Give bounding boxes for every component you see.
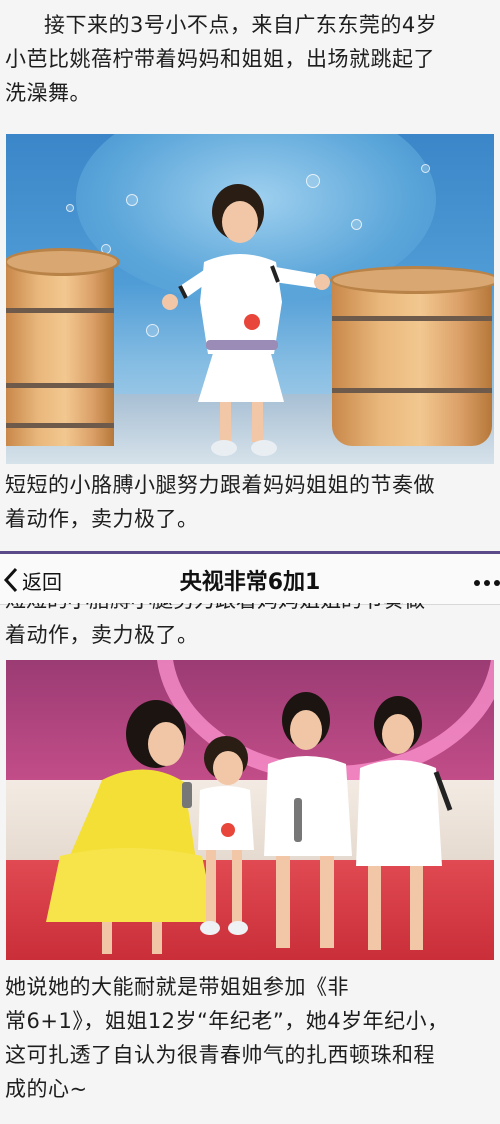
app-header-bar: 返回 央视非常6加1: [0, 551, 500, 605]
article-paragraph-dance: 短短的小胳膊小腿努力跟着妈妈姐姐的节奏做 着动作，卖力极了。: [0, 468, 500, 536]
more-dots-icon[interactable]: [474, 572, 500, 588]
clipped-text-line: 短短的小胳膊小腿努力跟着妈妈姐姐的节奏做: [0, 603, 500, 615]
article-paragraph-repeat: 着动作，卖力极了。: [0, 618, 500, 652]
paragraph-line: 成的心~: [5, 1077, 88, 1101]
article-photo-studio-interview: [6, 660, 494, 960]
paragraph-line: 这可扎透了自认为很青春帅气的扎西顿珠和程: [5, 1043, 435, 1067]
paragraph-line: 接下来的3号小不点，来自广东东莞的4岁: [44, 13, 438, 37]
paragraph-line: 着动作，卖力极了。: [5, 623, 199, 647]
article-paragraph-intro: 接下来的3号小不点，来自广东东莞的4岁 小芭比姚蓓柠带着妈妈和姐姐，出场就跳起了…: [0, 8, 500, 110]
paragraph-line: 她说她的大能耐就是带姐姐参加《非: [5, 975, 349, 999]
article-paragraph-talent: 她说她的大能耐就是带姐姐参加《非 常6+1》，姐姐12岁“年纪老”，她4岁年纪小…: [0, 970, 500, 1106]
paragraph-line: 短短的小胳膊小腿努力跟着妈妈姐姐的节奏做: [5, 473, 435, 497]
dancing-girl-figure: [162, 184, 330, 456]
paragraph-line: 着动作，卖力极了。: [5, 507, 199, 531]
paragraph-line: 洗澡舞。: [5, 81, 91, 105]
page-title: 央视非常6加1: [179, 570, 321, 595]
wooden-bath-barrel: [330, 266, 494, 446]
paragraph-line: 小芭比姚蓓柠带着妈妈和姐姐，出场就跳起了: [5, 47, 435, 71]
article-photo-bath-dance: [6, 134, 494, 464]
paragraph-line: 常6+1》，姐姐12岁“年纪老”，她4岁年纪小，: [5, 1009, 449, 1033]
wooden-bath-barrel: [6, 248, 120, 446]
interview-people-figures: [46, 692, 453, 954]
